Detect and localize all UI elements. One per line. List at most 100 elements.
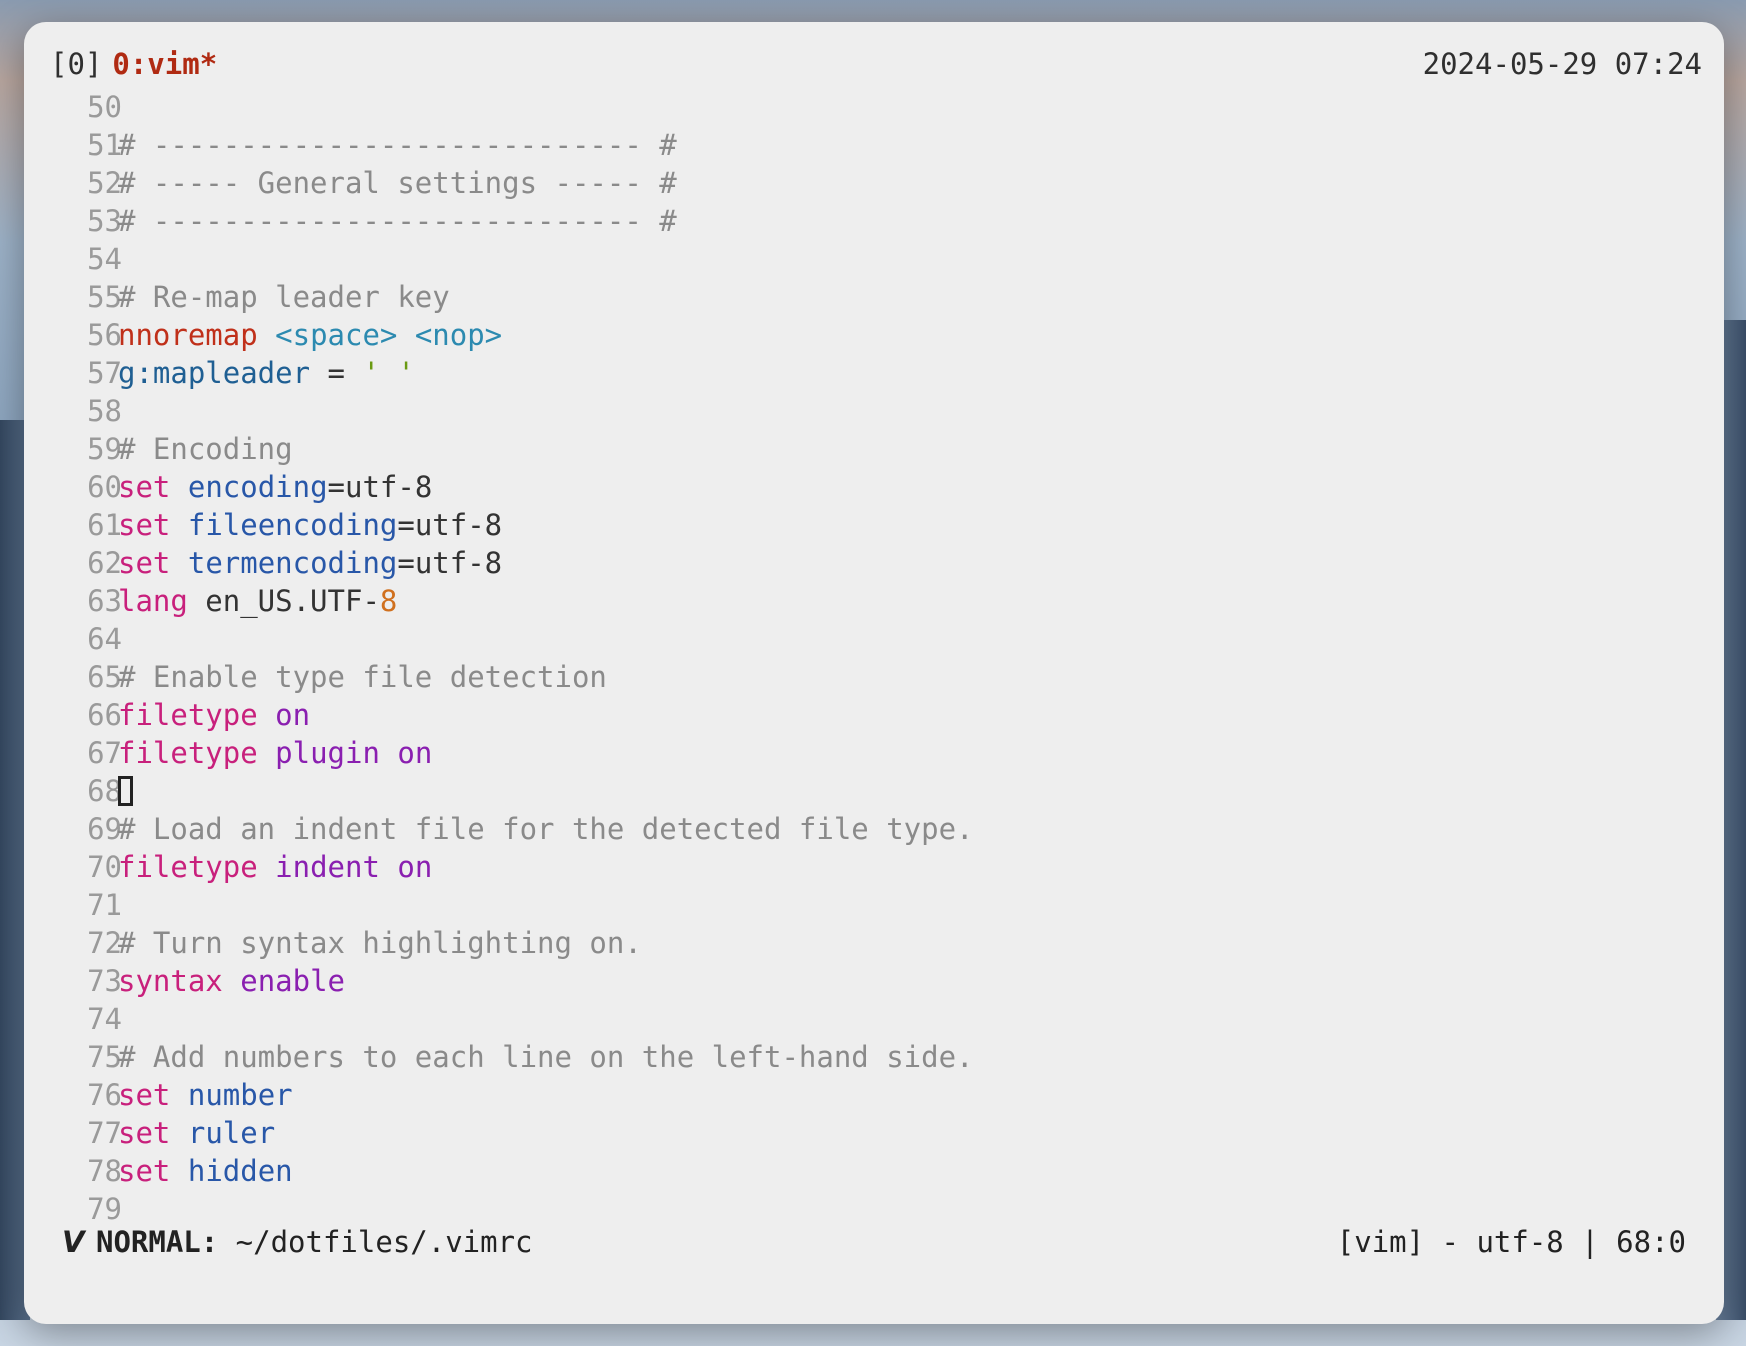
code-line[interactable]: 75 # Add numbers to each line on the left… (24, 1038, 1724, 1076)
code-line[interactable]: 68 (24, 772, 1724, 810)
code-line[interactable]: 57 g:mapleader = ' ' (24, 354, 1724, 392)
syntax-token: set (118, 1116, 171, 1150)
line-content: # ---------------------------- # (118, 202, 677, 240)
syntax-token: set (118, 1154, 171, 1188)
code-line[interactable]: 53 # ---------------------------- # (24, 202, 1724, 240)
line-number: 62 (87, 546, 122, 580)
syntax-token: en_US.UTF- (187, 584, 380, 618)
code-line[interactable]: 72 # Turn syntax highlighting on. (24, 924, 1724, 962)
code-line[interactable]: 52 # ----- General settings ----- # (24, 164, 1724, 202)
syntax-token: <space> (275, 318, 398, 352)
syntax-token: # Re-map leader key (118, 280, 450, 314)
syntax-token: # Encoding (118, 432, 293, 466)
code-line[interactable]: 63 lang en_US.UTF-8 (24, 582, 1724, 620)
code-line[interactable]: 50 (24, 88, 1724, 126)
code-line[interactable]: 62 set termencoding=utf-8 (24, 544, 1724, 582)
syntax-token (258, 850, 275, 884)
line-content: set number (118, 1076, 293, 1114)
syntax-token: ruler (187, 1116, 276, 1150)
syntax-token: number (187, 1078, 293, 1112)
line-content: filetype plugin on (118, 734, 432, 772)
syntax-token: filetype (118, 698, 258, 732)
syntax-token: <nop> (414, 318, 503, 352)
syntax-token: set (118, 470, 171, 504)
line-number: 70 (87, 850, 122, 884)
line-content: g:mapleader = ' ' (118, 354, 415, 392)
code-line[interactable]: 71 (24, 886, 1724, 924)
syntax-token: set (118, 1078, 171, 1112)
syntax-token: encoding (187, 470, 328, 504)
line-number: 54 (87, 242, 122, 276)
syntax-token: =utf-8 (397, 508, 503, 542)
line-content: # ---------------------------- # (118, 126, 677, 164)
syntax-token (258, 698, 275, 732)
syntax-token: # Add numbers to each line on the left-h… (118, 1040, 974, 1074)
syntax-token (170, 1116, 187, 1150)
line-content: filetype indent on (118, 848, 432, 886)
syntax-token: set (118, 546, 171, 580)
code-line[interactable]: 64 (24, 620, 1724, 658)
syntax-token: = (310, 356, 363, 390)
line-content: filetype on (118, 696, 310, 734)
syntax-token (170, 1078, 187, 1112)
code-line[interactable]: 60 set encoding=utf-8 (24, 468, 1724, 506)
code-line[interactable]: 69 # Load an indent file for the detected… (24, 810, 1724, 848)
syntax-token: g:mapleader (118, 356, 311, 390)
line-content: # Add numbers to each line on the left-h… (118, 1038, 974, 1076)
code-line[interactable]: 56 nnoremap <space> <nop> (24, 316, 1724, 354)
line-content: set encoding=utf-8 (118, 468, 432, 506)
tmux-clock: 2024-05-29 07:24 (1422, 47, 1702, 81)
line-number: 75 (87, 1040, 122, 1074)
code-line[interactable]: 55 # Re-map leader key (24, 278, 1724, 316)
code-line[interactable]: 73 syntax enable (24, 962, 1724, 1000)
code-line[interactable]: 61 set fileencoding=utf-8 (24, 506, 1724, 544)
syntax-token: # Turn syntax highlighting on. (118, 926, 642, 960)
line-number: 63 (87, 584, 122, 618)
syntax-token: hidden (187, 1154, 293, 1188)
code-line[interactable]: 74 (24, 1000, 1724, 1038)
code-line[interactable]: 54 (24, 240, 1724, 278)
code-line[interactable]: 65 # Enable type file detection (24, 658, 1724, 696)
code-line[interactable]: 67 filetype plugin on (24, 734, 1724, 772)
line-number: 52 (87, 166, 122, 200)
line-number: 77 (87, 1116, 122, 1150)
line-number: 57 (87, 356, 122, 390)
line-content: # Load an indent file for the detected f… (118, 810, 974, 848)
line-number: 65 (87, 660, 122, 694)
line-content: # Enable type file detection (118, 658, 607, 696)
syntax-token: set (118, 508, 171, 542)
code-line[interactable]: 76 set number (24, 1076, 1724, 1114)
code-line[interactable]: 59 # Encoding (24, 430, 1724, 468)
code-line[interactable]: 77 set ruler (24, 1114, 1724, 1152)
code-line[interactable]: 58 (24, 392, 1724, 430)
syntax-token: =utf-8 (397, 546, 503, 580)
syntax-token (170, 508, 187, 542)
line-content: syntax enable (118, 962, 345, 1000)
terminal-window[interactable]: [0] 0:vim* 2024-05-29 07:24 50 51 # -------… (24, 22, 1724, 1324)
line-content (118, 772, 133, 810)
tmux-session-label: [0] (50, 47, 103, 81)
syntax-token (380, 850, 397, 884)
syntax-token: =utf-8 (327, 470, 433, 504)
syntax-token (258, 318, 275, 352)
line-number: 71 (87, 888, 122, 922)
code-line[interactable]: 78 set hidden (24, 1152, 1724, 1190)
syntax-token: enable (240, 964, 345, 998)
line-number: 50 (87, 90, 122, 124)
line-content: nnoremap <space> <nop> (118, 316, 502, 354)
line-content: # Encoding (118, 430, 293, 468)
vim-editor-buffer[interactable]: 50 51 # ---------------------------- #52 # … (24, 88, 1724, 1228)
line-number: 61 (87, 508, 122, 542)
line-number: 55 (87, 280, 122, 314)
tmux-window-tab[interactable]: 0:vim* (112, 47, 217, 81)
file-path: ~/dotfiles/.vimrc (218, 1225, 533, 1259)
line-number: 64 (87, 622, 122, 656)
code-line[interactable]: 70 filetype indent on (24, 848, 1724, 886)
syntax-token: # ----- General settings ----- # (118, 166, 677, 200)
code-line[interactable]: 66 filetype on (24, 696, 1724, 734)
line-number: 53 (87, 204, 122, 238)
syntax-token: on (275, 698, 311, 732)
syntax-token: nnoremap (118, 318, 258, 352)
code-line[interactable]: 51 # ---------------------------- # (24, 126, 1724, 164)
syntax-token: 8 (379, 584, 398, 618)
